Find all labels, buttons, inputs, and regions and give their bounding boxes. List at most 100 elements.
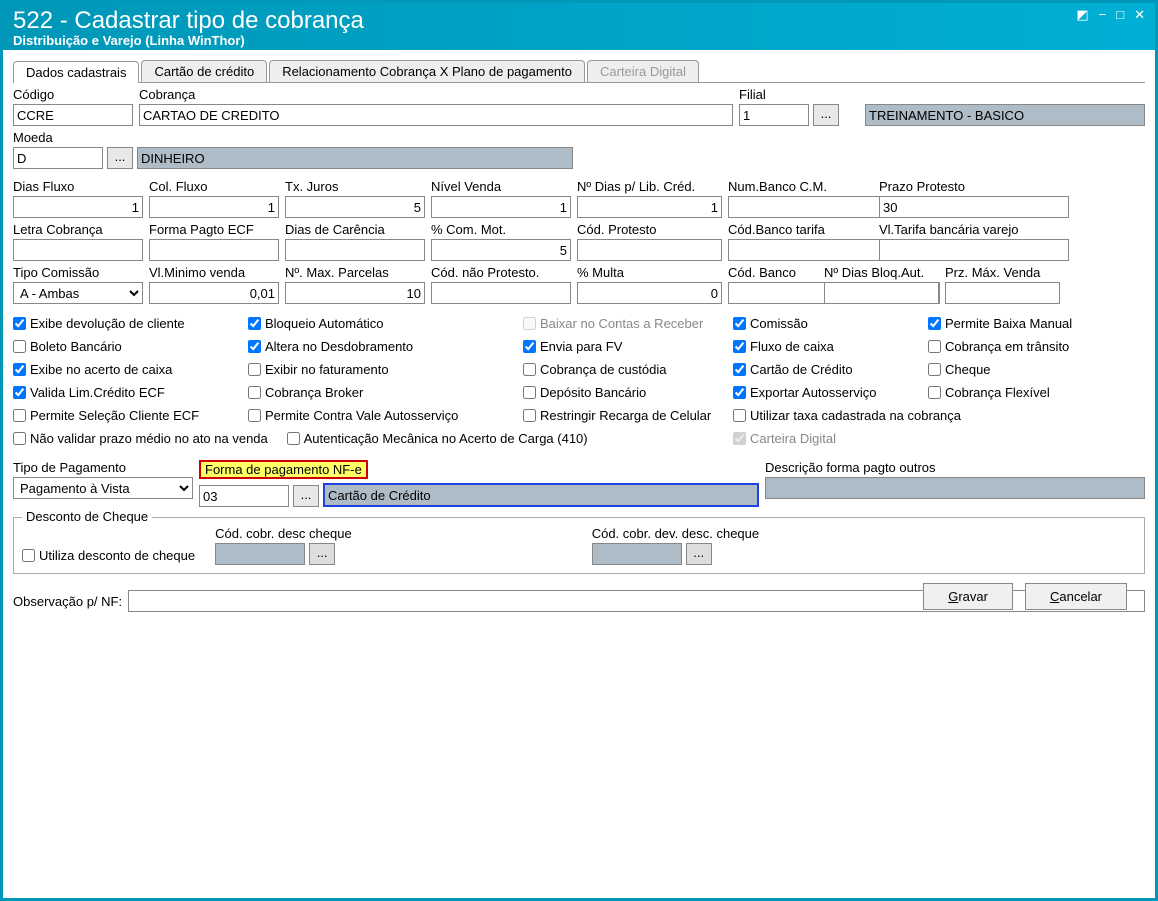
cod-banco-tar-label: Cód.Banco tarifa (728, 222, 873, 237)
tipo-com-label: Tipo Comissão (13, 265, 143, 280)
cobranca-input[interactable] (139, 104, 733, 126)
chk-bloqueio-auto[interactable] (248, 317, 261, 330)
letra-cob-input[interactable] (13, 239, 143, 261)
chk-cheque[interactable] (928, 363, 941, 376)
chk-exibe-acerto-label: Exibe no acerto de caixa (30, 362, 172, 377)
chk-cobranca-flex-label: Cobrança Flexível (945, 385, 1050, 400)
filial-input[interactable] (739, 104, 809, 126)
letra-cob-label: Letra Cobrança (13, 222, 143, 237)
restore-icon[interactable]: ◩ (1076, 7, 1088, 23)
titlebar: 522 - Cadastrar tipo de cobrança Distrib… (3, 3, 1155, 50)
forma-ecf-input[interactable] (149, 239, 279, 261)
col-fluxo-input[interactable] (149, 196, 279, 218)
tipo-com-select[interactable]: A - Ambas (13, 282, 143, 304)
window-title: 522 - Cadastrar tipo de cobrança (13, 7, 364, 35)
tab-cartao-credito[interactable]: Cartão de crédito (141, 60, 267, 82)
pct-com-mot-input[interactable] (431, 239, 571, 261)
dias-bloq-input[interactable] (824, 282, 939, 304)
chk-envia-fv-label: Envia para FV (540, 339, 622, 354)
chk-broker[interactable] (248, 386, 261, 399)
chk-permite-baixa-label: Permite Baixa Manual (945, 316, 1072, 331)
moeda-lookup-button[interactable]: ... (107, 147, 133, 169)
chk-fluxo-caixa[interactable] (733, 340, 746, 353)
tab-relacionamento[interactable]: Relacionamento Cobrança X Plano de pagam… (269, 60, 585, 82)
forma-nfe-input[interactable] (199, 485, 289, 507)
tab-dados-cadastrais[interactable]: Dados cadastrais (13, 61, 139, 83)
chk-broker-label: Cobrança Broker (265, 385, 363, 400)
chk-contra-vale[interactable] (248, 409, 261, 422)
forma-nfe-lookup-button[interactable]: ... (293, 485, 319, 507)
chk-nao-validar-prazo-label: Não validar prazo médio no ato na venda (30, 431, 268, 446)
vl-tarifa-input[interactable] (879, 239, 1069, 261)
chk-nao-validar-prazo[interactable] (13, 432, 26, 445)
codigo-input[interactable] (13, 104, 133, 126)
prazo-protesto-input[interactable] (879, 196, 1069, 218)
chk-carteira-digital (733, 432, 746, 445)
chk-cobranca-custodia[interactable] (523, 363, 536, 376)
desc-outros-input (765, 477, 1145, 499)
tx-juros-input[interactable] (285, 196, 425, 218)
cod-protesto-label: Cód. Protesto (577, 222, 722, 237)
tab-carteira-digital: Carteira Digital (587, 60, 699, 82)
chk-permite-baixa[interactable] (928, 317, 941, 330)
filial-lookup-button[interactable]: ... (813, 104, 839, 126)
forma-nfe-desc[interactable] (323, 483, 759, 507)
pct-multa-label: % Multa (577, 265, 722, 280)
chk-exibe-acerto[interactable] (13, 363, 26, 376)
forma-ecf-label: Forma Pagto ECF (149, 222, 279, 237)
chk-deposito[interactable] (523, 386, 536, 399)
chk-boleto[interactable] (13, 340, 26, 353)
chk-altera-desd[interactable] (248, 340, 261, 353)
minimize-icon[interactable]: − (1099, 7, 1107, 23)
chk-restringir-recarga[interactable] (523, 409, 536, 422)
chk-exportar-auto[interactable] (733, 386, 746, 399)
dias-fluxo-input[interactable] (13, 196, 143, 218)
tipo-pag-select[interactable]: Pagamento à Vista (13, 477, 193, 499)
dias-carencia-label: Dias de Carência (285, 222, 425, 237)
pct-multa-input[interactable] (577, 282, 722, 304)
dias-carencia-input[interactable] (285, 239, 425, 261)
chk-cartao-credito[interactable] (733, 363, 746, 376)
maximize-icon[interactable]: □ (1116, 7, 1124, 23)
chk-cobranca-flex[interactable] (928, 386, 941, 399)
chk-autenticacao[interactable] (287, 432, 300, 445)
close-icon[interactable]: ✕ (1134, 7, 1145, 23)
chk-envia-fv[interactable] (523, 340, 536, 353)
chk-contra-vale-label: Permite Contra Vale Autosserviço (265, 408, 458, 423)
cod-protesto-input[interactable] (577, 239, 722, 261)
moeda-input[interactable] (13, 147, 103, 169)
gravar-button[interactable]: Gravar (923, 583, 1013, 610)
prz-max-label: Prz. Máx. Venda (945, 265, 1060, 280)
vl-min-input[interactable] (149, 282, 279, 304)
cancelar-button[interactable]: Cancelar (1025, 583, 1127, 610)
cod-desc-cheque-label: Cód. cobr. desc cheque (215, 526, 352, 541)
chk-utilizar-taxa[interactable] (733, 409, 746, 422)
cod-nao-prot-input[interactable] (431, 282, 571, 304)
chk-baixar-contas-label: Baixar no Contas a Receber (540, 316, 703, 331)
dias-lib-input[interactable] (577, 196, 722, 218)
prz-max-input[interactable] (945, 282, 1060, 304)
dias-lib-label: Nº Dias p/ Lib. Créd. (577, 179, 722, 194)
codigo-label: Código (13, 87, 133, 102)
chk-exibir-fat[interactable] (248, 363, 261, 376)
chk-cobranca-transito[interactable] (928, 340, 941, 353)
obs-label: Observação p/ NF: (13, 594, 122, 609)
cod-desc-cheque-input (215, 543, 305, 565)
chk-exibe-devolucao-label: Exibe devolução de cliente (30, 316, 185, 331)
max-parc-label: Nº. Max. Parcelas (285, 265, 425, 280)
chk-utiliza-desc-cheque[interactable] (22, 549, 35, 562)
desc-outros-label: Descrição forma pagto outros (765, 460, 1145, 475)
chk-comissao[interactable] (733, 317, 746, 330)
chk-valida-lim[interactable] (13, 386, 26, 399)
max-parc-input[interactable] (285, 282, 425, 304)
chk-exportar-auto-label: Exportar Autosserviço (750, 385, 876, 400)
chk-carteira-digital-label: Carteira Digital (750, 431, 836, 446)
chk-exibe-devolucao[interactable] (13, 317, 26, 330)
chk-permite-selecao[interactable] (13, 409, 26, 422)
cod-desc-cheque-lookup-button: ... (309, 543, 335, 565)
chk-exibir-fat-label: Exibir no faturamento (265, 362, 389, 377)
chk-fluxo-caixa-label: Fluxo de caixa (750, 339, 834, 354)
nivel-venda-input[interactable] (431, 196, 571, 218)
chk-baixar-contas (523, 317, 536, 330)
cod-dev-desc-lookup-button: ... (686, 543, 712, 565)
